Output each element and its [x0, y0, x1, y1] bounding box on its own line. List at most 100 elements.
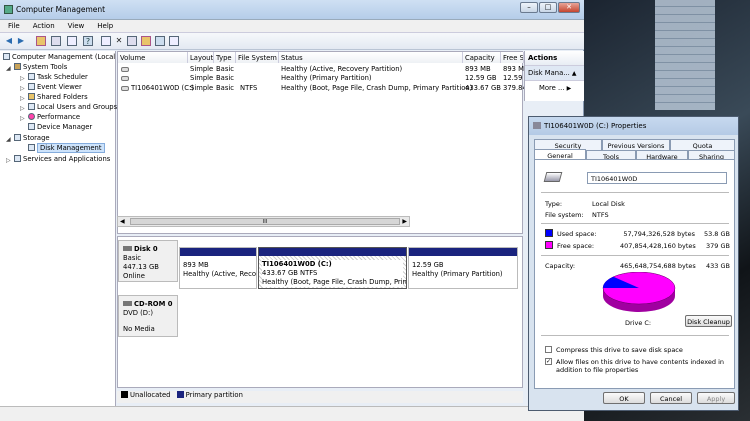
legend-primary: Primary partition — [185, 391, 243, 399]
collapse-arrow-icon[interactable]: ◢ — [6, 136, 11, 143]
ok-button[interactable]: OK — [603, 392, 645, 404]
partition-primary[interactable]: 12.59 GB Healthy (Primary Partition) — [408, 247, 518, 289]
tab-quota[interactable]: Quota — [670, 139, 735, 150]
menu-action[interactable]: Action — [25, 20, 60, 30]
computer-management-window: Computer Management – □ ✕ File Action View… — [0, 0, 584, 421]
used-label: Used space: — [557, 230, 597, 238]
expand-arrow-icon[interactable]: ▷ — [20, 75, 25, 82]
tree-device-manager-label: Device Manager — [37, 123, 93, 131]
properties-icon[interactable] — [67, 36, 77, 46]
primary-swatch — [176, 391, 184, 398]
partition-recovery[interactable]: 893 MB Healthy (Active, Recov — [179, 247, 257, 289]
menu-view[interactable]: View — [60, 20, 90, 30]
capacity-label: Capacity: — [545, 262, 576, 270]
tab-previous-versions[interactable]: Previous Versions — [602, 139, 670, 150]
tree-local-users[interactable]: Local Users and Groups — [28, 103, 117, 111]
minimize-button[interactable]: – — [520, 2, 538, 13]
used-space-swatch — [545, 229, 553, 237]
open-icon[interactable] — [141, 36, 151, 46]
partition-c-drive[interactable]: TI106401W0D (C:) 433.67 GB NTFS Healthy … — [258, 247, 407, 289]
index-label: Allow files on this drive to have conten… — [556, 358, 725, 374]
tree-root[interactable]: Computer Management (Local — [3, 53, 115, 61]
collapse-arrow-icon[interactable]: ◢ — [6, 65, 11, 72]
tools-icon — [14, 63, 21, 70]
cancel-button[interactable]: Cancel — [650, 392, 692, 404]
tree-device-manager[interactable]: Device Manager — [28, 123, 92, 131]
volume-label-input[interactable]: TI106401W0D — [587, 172, 727, 184]
status-bar — [0, 406, 584, 421]
scroll-thumb[interactable]: III — [130, 218, 400, 225]
col-volume[interactable]: Volume — [118, 52, 188, 63]
console-icon[interactable] — [101, 36, 111, 46]
action-disk-management[interactable]: Disk Mana... ▲ — [525, 66, 584, 81]
dialog-title: TI106401W0D (C:) Properties — [544, 122, 647, 130]
col-free-space[interactable]: Free S — [501, 52, 524, 63]
scroll-left-icon[interactable]: ◀ — [120, 218, 125, 225]
tree-performance[interactable]: Performance — [28, 113, 80, 121]
tree-services[interactable]: Services and Applications — [14, 155, 110, 163]
type-label: Type: — [545, 200, 563, 208]
expand-arrow-icon[interactable]: ▷ — [20, 115, 25, 122]
save-icon[interactable] — [155, 36, 165, 46]
maximize-button[interactable]: □ — [539, 2, 557, 13]
expand-arrow-icon[interactable]: ▷ — [20, 85, 25, 92]
dialog-title-bar[interactable]: TI106401W0D (C:) Properties — [529, 117, 738, 135]
back-arrow-icon[interactable]: ◀ — [4, 36, 14, 46]
up-folder-icon[interactable] — [36, 36, 46, 46]
used-bytes: 57,794,326,528 bytes — [623, 230, 695, 238]
horizontal-scrollbar[interactable]: ◀ III ▶ — [117, 216, 410, 227]
legend-unallocated: Unallocated — [130, 391, 171, 399]
disk0-label[interactable]: Disk 0 Basic 447.13 GB Online — [118, 240, 178, 282]
compress-checkbox[interactable] — [545, 346, 552, 353]
divider — [541, 335, 729, 336]
tree-system-tools[interactable]: System Tools — [14, 63, 67, 71]
partition-status: Healthy (Active, Recov — [183, 270, 257, 278]
cell-layout: Simple — [190, 84, 214, 92]
col-capacity[interactable]: Capacity — [463, 52, 501, 63]
tree-disk-management[interactable]: Disk Management — [28, 143, 105, 153]
copy-icon[interactable] — [127, 36, 137, 46]
capacity-bytes: 465,648,754,688 bytes — [620, 262, 696, 270]
tree-shared-folders[interactable]: Shared Folders — [28, 93, 88, 101]
expand-arrow-icon[interactable]: ▷ — [20, 95, 25, 102]
help-icon[interactable]: ? — [83, 36, 93, 46]
col-layout[interactable]: Layout — [188, 52, 214, 63]
cell-file-system: NTFS — [240, 84, 258, 92]
shared-folder-icon — [28, 93, 35, 100]
divider — [541, 255, 729, 256]
partition-size: 893 MB — [183, 261, 209, 269]
table-row[interactable]: TI106401W0D (C:) Simple Basic NTFS Healt… — [118, 83, 524, 93]
table-row[interactable]: Simple Basic Healthy (Primary Partition)… — [118, 73, 524, 83]
tree-storage[interactable]: Storage — [14, 134, 50, 142]
cdrom-label[interactable]: CD-ROM 0 DVD (D:) No Media — [118, 295, 178, 337]
refresh-icon[interactable] — [169, 36, 179, 46]
col-file-system[interactable]: File System — [236, 52, 279, 63]
delete-icon[interactable]: ✕ — [114, 36, 124, 46]
forward-arrow-icon[interactable]: ▶ — [16, 36, 26, 46]
index-checkbox[interactable]: ✓ — [545, 358, 552, 365]
partition-bar — [409, 248, 517, 256]
expand-arrow-icon[interactable]: ▷ — [6, 157, 11, 164]
menu-file[interactable]: File — [0, 20, 25, 30]
toolbar: ◀ ▶ ? ✕ — [0, 33, 584, 50]
title-bar[interactable]: Computer Management – □ ✕ — [0, 0, 584, 20]
col-status[interactable]: Status — [279, 52, 463, 63]
show-hide-tree-icon[interactable] — [51, 36, 61, 46]
apply-button[interactable]: Apply — [697, 392, 735, 404]
cell-capacity: 893 MB — [465, 65, 491, 73]
close-button[interactable]: ✕ — [558, 2, 580, 13]
partition-bar — [180, 248, 256, 256]
menu-bar: File Action View Help — [0, 20, 584, 33]
menu-help[interactable]: Help — [89, 20, 118, 30]
expand-arrow-icon[interactable]: ▷ — [20, 105, 25, 112]
tree-event-viewer[interactable]: Event Viewer — [28, 83, 82, 91]
event-viewer-icon — [28, 83, 35, 90]
col-type[interactable]: Type — [214, 52, 236, 63]
cell-free: 893 M — [503, 65, 524, 73]
divider — [541, 192, 729, 193]
scroll-right-icon[interactable]: ▶ — [402, 218, 407, 225]
tree-task-scheduler[interactable]: Task Scheduler — [28, 73, 88, 81]
cell-free: 379.84 — [503, 84, 524, 92]
disk-cleanup-button[interactable]: Disk Cleanup — [685, 315, 732, 327]
action-more[interactable]: More ... ▶ — [525, 81, 584, 95]
